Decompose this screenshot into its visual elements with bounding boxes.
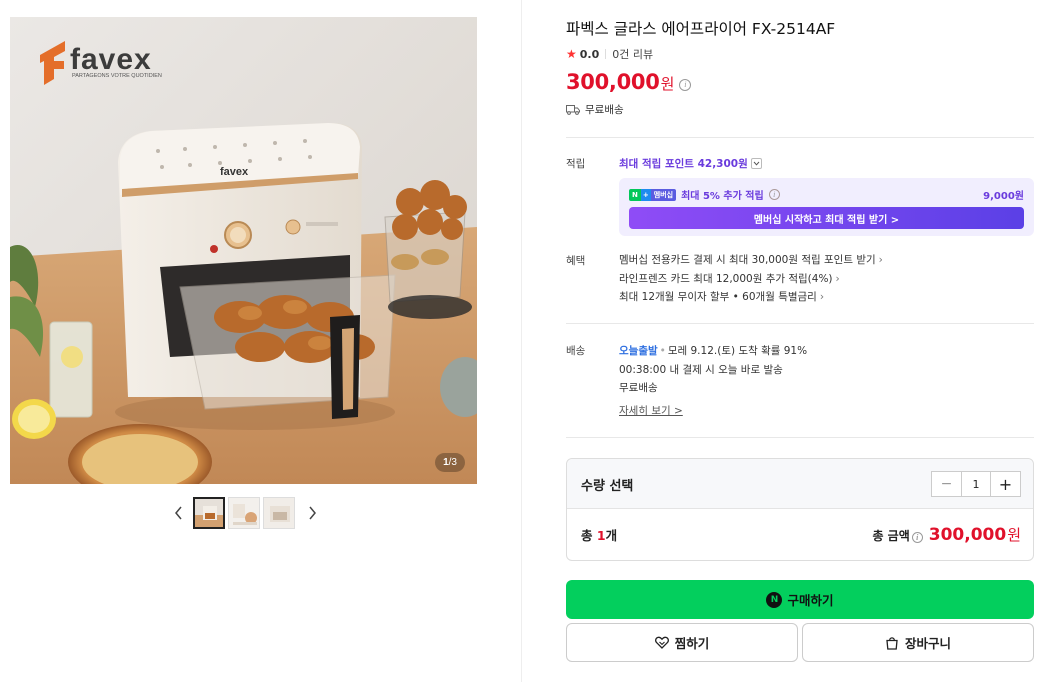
buy-button[interactable]: N 구매하기 xyxy=(566,580,1034,619)
thumbnail-strip xyxy=(170,497,320,529)
brand-logo-text: favex xyxy=(70,43,152,76)
air-fryer-photo: favex favex PARTAGEONS VOTRE QUOTIDIEN xyxy=(10,17,477,484)
npay-membership-badge: N + 멤버십 xyxy=(629,188,677,201)
quantity-title: 수량 선택 xyxy=(581,479,634,494)
star-icon: ★ xyxy=(566,47,577,61)
price-currency: 원 xyxy=(660,75,675,93)
badge-membership: 멤버십 xyxy=(650,188,677,201)
thumbnail-next-button[interactable] xyxy=(304,498,320,528)
thumbnail-3[interactable] xyxy=(263,497,295,529)
cart-button[interactable]: 장바구니 xyxy=(802,623,1034,662)
rating-row: ★ 0.0 0건 리뷰 xyxy=(566,46,653,62)
max-points-text: 최대 적립 포인트 42,300원 xyxy=(619,158,748,170)
benefit-text: 최대 12개월 무이자 할부 • 60개월 특별금리 xyxy=(619,291,817,303)
product-gallery: favex favex PARTAGEONS VOTRE QUOTIDIEN 1… xyxy=(0,0,522,682)
membership-info-icon[interactable]: i xyxy=(768,189,780,200)
quantity-plus-button[interactable]: + xyxy=(991,472,1020,496)
review-count-link[interactable]: 0건 리뷰 xyxy=(612,46,653,62)
benefits-label: 혜택 xyxy=(566,255,586,267)
wish-button[interactable]: 찜하기 xyxy=(566,623,798,662)
benefit-item[interactable]: 멤버십 전용카드 결제 시 최대 30,000원 적립 포인트 받기 › xyxy=(619,251,883,270)
section-divider xyxy=(566,437,1034,438)
brand-tagline: PARTAGEONS VOTRE QUOTIDIEN xyxy=(72,73,162,79)
shopping-bag-icon xyxy=(886,636,898,650)
quantity-input[interactable]: 1 xyxy=(961,472,991,496)
appliance-logo: favex xyxy=(220,166,249,178)
membership-box: N + 멤버십 최대 5% 추가 적립 i 9,000원 멤버십 시작하고 최대… xyxy=(619,178,1034,236)
shipping-text: 무료배송 xyxy=(585,104,624,116)
total-info-icon[interactable]: i xyxy=(911,532,923,543)
total-currency: 원 xyxy=(1007,526,1021,544)
truck-icon xyxy=(566,104,580,115)
image-counter-total: /3 xyxy=(448,457,457,468)
divider xyxy=(605,49,607,59)
chevron-right-icon: › xyxy=(878,254,883,266)
membership-start-button[interactable]: 멤버십 시작하고 최대 적립 받기 > xyxy=(629,207,1024,229)
chevron-down-icon xyxy=(750,158,762,169)
thumbnail-2[interactable] xyxy=(228,497,260,529)
naver-pay-icon: N xyxy=(766,591,783,608)
max-points-toggle[interactable]: 최대 적립 포인트 42,300원 xyxy=(619,156,762,171)
thumbnail-1[interactable] xyxy=(193,497,225,529)
total-amount-label: 총 금액 i xyxy=(872,527,928,544)
thumbnail-prev-button[interactable] xyxy=(170,498,186,528)
membership-amount: 9,000원 xyxy=(983,191,1024,202)
membership-row: N + 멤버십 최대 5% 추가 적립 i 9,000원 xyxy=(629,187,1024,202)
price-row: 300,000 원 i xyxy=(566,70,692,94)
price-info-icon[interactable]: i xyxy=(679,78,692,91)
chevron-left-icon xyxy=(174,506,182,520)
heart-icon xyxy=(654,636,669,649)
today-dispatch-badge: 오늘출발 xyxy=(619,345,658,357)
chevron-right-icon: › xyxy=(835,272,840,285)
membership-extra-text: 최대 5% 추가 적립 xyxy=(681,191,764,202)
quantity-minus-button[interactable]: − xyxy=(932,472,961,496)
dispatch-cutoff: 00:38:00 내 결제 시 오늘 바로 발송 xyxy=(619,363,783,376)
section-divider xyxy=(566,323,1034,324)
wish-button-label: 찜하기 xyxy=(674,636,710,651)
delivery-info: 오늘출발 • 모레 9.12.(토) 도착 확률 91% 00:38:00 내 결제… xyxy=(619,342,807,398)
delivery-fee: 무료배송 xyxy=(619,382,658,394)
section-divider xyxy=(566,137,1034,138)
benefit-item[interactable]: 최대 12개월 무이자 할부 • 60개월 특별금리 › xyxy=(619,288,883,307)
chevron-right-icon xyxy=(308,506,316,520)
total-price: 300,000 xyxy=(928,525,1007,545)
cart-button-label: 장바구니 xyxy=(904,636,951,651)
delivery-detail-link[interactable]: 자세히 보기 > xyxy=(619,403,683,418)
product-price: 300,000 xyxy=(566,70,660,94)
benefit-text: 라인프렌즈 카드 최대 12,000원 추가 적립(4%) xyxy=(619,272,833,285)
product-title: 파벡스 글라스 에어프라이어 FX-2514AF xyxy=(566,20,836,38)
quantity-total-row: 총 1개 총 금액 i 300,000 원 xyxy=(581,524,1021,545)
benefit-item[interactable]: 라인프렌즈 카드 최대 12,000원 추가 적립(4%) › xyxy=(619,270,883,289)
benefits-list: 멤버십 전용카드 결제 시 최대 30,000원 적립 포인트 받기 › 라인프렌… xyxy=(619,251,883,307)
total-count: 총 1개 xyxy=(581,528,618,543)
shipping-row: 무료배송 xyxy=(566,102,624,117)
quantity-header: 수량 선택 − 1 + xyxy=(567,459,1033,509)
buy-button-label: 구매하기 xyxy=(787,593,834,608)
main-product-image[interactable]: favex favex PARTAGEONS VOTRE QUOTIDIEN 1… xyxy=(10,17,477,484)
chevron-right-icon: › xyxy=(819,291,825,303)
rating-score: 0.0 xyxy=(579,47,600,61)
arrival-estimate: 모레 9.12.(토) 도착 확률 91% xyxy=(667,345,808,357)
badge-plus: + xyxy=(640,188,651,201)
quantity-stepper: − 1 + xyxy=(931,471,1021,497)
badge-n: N xyxy=(629,188,641,201)
delivery-label: 배송 xyxy=(566,345,586,357)
points-label: 적립 xyxy=(566,158,586,170)
quantity-box: 수량 선택 − 1 + 총 1개 총 금액 i 300,000 원 xyxy=(566,458,1034,561)
benefit-text: 멤버십 전용카드 결제 시 최대 30,000원 적립 포인트 받기 xyxy=(619,254,876,266)
image-counter: 1/3 xyxy=(435,453,465,472)
